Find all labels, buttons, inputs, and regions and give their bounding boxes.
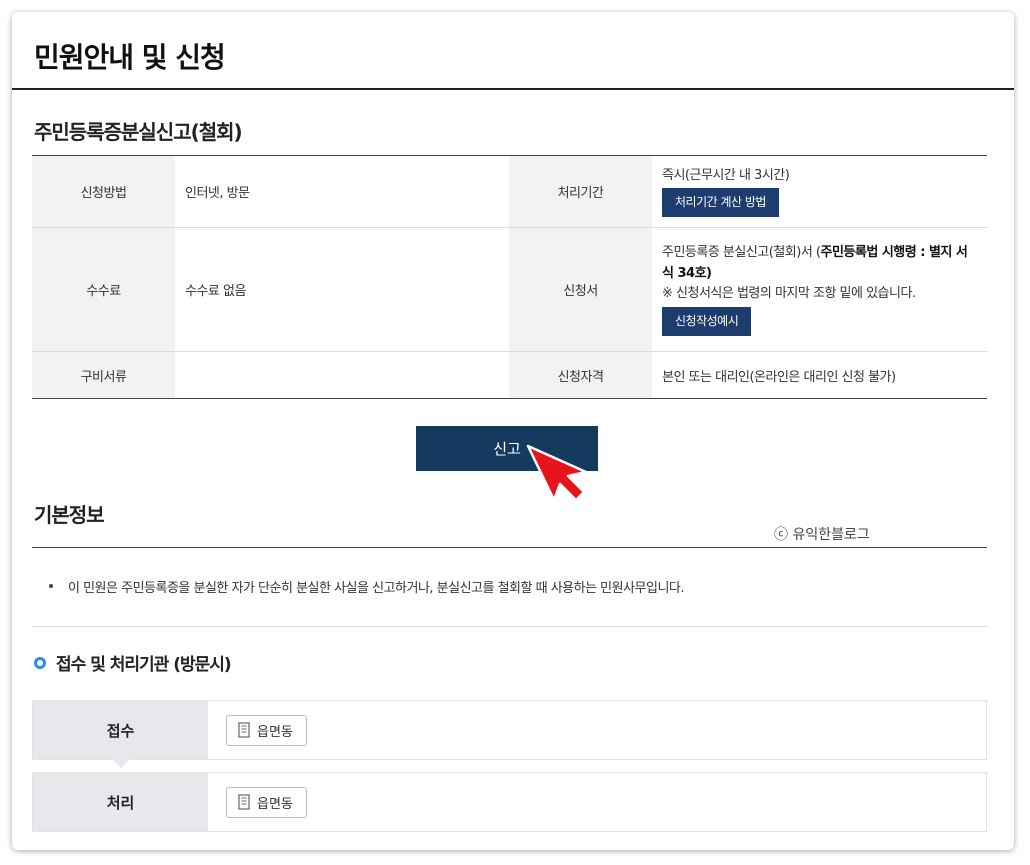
docs-value <box>175 351 509 399</box>
ring-bullet-icon <box>34 656 46 669</box>
basic-info-divider <box>32 547 987 548</box>
form-cell: 주민등록증 분실신고(철회)서 (주민등록법 시행령 : 별지 서식 34호) … <box>652 227 987 352</box>
processing-office-button[interactable]: 읍면동 <box>226 786 307 818</box>
basic-info-title: 기본정보 <box>34 503 105 527</box>
title-divider <box>12 88 1014 90</box>
eligibility-label: 신청자격 <box>509 351 652 399</box>
civil-service-card: 민원안내 및 신청 주민등록증분실신고(철회) 신청방법 인터넷, 방문 처리기… <box>12 12 1014 850</box>
fee-value: 수수료 없음 <box>175 227 509 352</box>
building-icon <box>238 794 250 810</box>
receipt-label: 접수 <box>33 701 208 768</box>
period-label: 처리기간 <box>509 155 652 228</box>
form-value: 주민등록증 분실신고(철회)서 (주민등록법 시행령 : 별지 서식 34호) <box>662 244 968 281</box>
blog-watermark: ⓒ 유익한블로그 <box>774 527 870 543</box>
period-cell: 즉시(근무시간 내 3시간) 처리기간 계산 방법 <box>652 156 987 228</box>
service-info-table: 신청방법 인터넷, 방문 처리기간 즉시(근무시간 내 3시간) 처리기간 계산… <box>32 155 987 399</box>
section-divider <box>32 626 987 627</box>
pointer-arrow-icon <box>526 444 588 502</box>
agency-title-text: 접수 및 처리기관 (방문시) <box>56 655 232 675</box>
period-calc-button[interactable]: 처리기간 계산 방법 <box>662 188 779 218</box>
receipt-office-button[interactable]: 읍면동 <box>226 714 307 746</box>
period-value: 즉시(근무시간 내 3시간) <box>662 167 790 183</box>
receipt-office-label: 읍면동 <box>257 724 293 740</box>
service-description: 이 민원은 주민등록증을 분실한 자가 단순히 분실한 사실을 신고하거나, 분… <box>48 577 685 596</box>
service-description-text: 이 민원은 주민등록증을 분실한 자가 단순히 분실한 사실을 신고하거나, 분… <box>68 581 685 596</box>
agency-row-processing: 처리 읍면동 <box>32 772 987 832</box>
service-title: 주민등록증분실신고(철회) <box>34 120 243 144</box>
building-icon <box>238 722 250 738</box>
fee-label: 수수료 <box>32 227 175 352</box>
form-example-button[interactable]: 신청작성예시 <box>662 307 752 337</box>
agency-row-receipt: 접수 읍면동 <box>32 700 987 768</box>
processing-office-label: 읍면동 <box>257 796 293 812</box>
method-label: 신청방법 <box>32 155 175 228</box>
page-title: 민원안내 및 신청 <box>34 41 226 74</box>
method-value: 인터넷, 방문 <box>185 186 250 201</box>
docs-label: 구비서류 <box>32 351 175 399</box>
form-label: 신청서 <box>509 227 652 352</box>
agency-title: 접수 및 처리기관 (방문시) <box>34 650 232 675</box>
processing-label: 처리 <box>33 773 208 831</box>
eligibility-value: 본인 또는 대리인(온라인은 대리인 신청 불가) <box>652 351 987 399</box>
form-note: ※ 신청서식은 법령의 마지막 조항 밑에 있습니다. <box>662 286 916 302</box>
